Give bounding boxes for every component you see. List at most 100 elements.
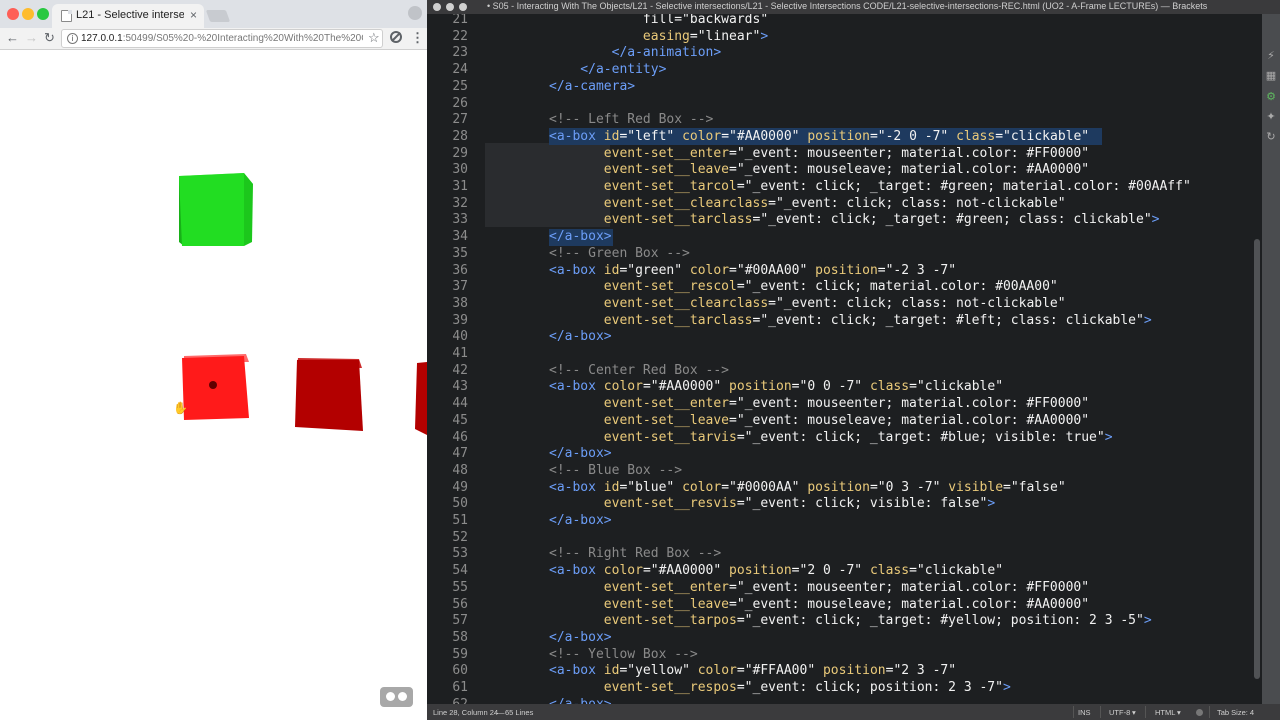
code-line[interactable]: 21 fill="backwards": [427, 14, 1252, 29]
code-line[interactable]: 47 </a-box>: [427, 446, 1252, 463]
new-tab-button[interactable]: [205, 10, 231, 22]
left-red-box[interactable]: [178, 352, 253, 424]
chevron-down-icon[interactable]: ▾: [1177, 708, 1181, 717]
close-tab-icon[interactable]: ×: [190, 8, 197, 22]
line-number[interactable]: 29: [427, 146, 468, 163]
line-number[interactable]: 45: [427, 413, 468, 430]
code-line[interactable]: 53 <!-- Right Red Box -->: [427, 546, 1252, 563]
code-line[interactable]: 24 </a-entity>: [427, 62, 1252, 79]
linter-status-icon[interactable]: [1196, 709, 1203, 716]
line-number[interactable]: 30: [427, 162, 468, 179]
code-line[interactable]: 31 event-set__tarcol="_event: click; _ta…: [427, 179, 1252, 196]
code-line[interactable]: 54 <a-box color="#AA0000" position="2 0 -…: [427, 563, 1252, 580]
code-line[interactable]: 25 </a-camera>: [427, 79, 1252, 96]
line-number[interactable]: 50: [427, 496, 468, 513]
info-icon[interactable]: i: [67, 33, 78, 44]
url-text[interactable]: 127.0.0.1:50499/S05%20-%20Interacting%20…: [81, 33, 363, 44]
right-red-box[interactable]: [413, 361, 427, 437]
language-select[interactable]: HTML: [1155, 708, 1175, 717]
live-preview-icon[interactable]: ⚡: [1265, 50, 1277, 62]
line-number[interactable]: 37: [427, 279, 468, 296]
line-number[interactable]: 60: [427, 663, 468, 680]
extension-manager-icon[interactable]: ▦: [1265, 70, 1277, 82]
refresh-icon[interactable]: ↻: [1265, 131, 1277, 143]
code-line[interactable]: 33 event-set__tarclass="_event: click; _…: [427, 212, 1252, 229]
line-number[interactable]: 38: [427, 296, 468, 313]
code-line[interactable]: 44 event-set__enter="_event: mouseenter;…: [427, 396, 1252, 413]
code-line[interactable]: 43 <a-box color="#AA0000" position="0 0 -…: [427, 379, 1252, 396]
code-line[interactable]: 39 event-set__tarclass="_event: click; _…: [427, 313, 1252, 330]
address-bar[interactable]: i 127.0.0.1:50499/S05%20-%20Interacting%…: [61, 29, 383, 48]
code-line[interactable]: 58 </a-box>: [427, 630, 1252, 647]
line-number[interactable]: 61: [427, 680, 468, 697]
chevron-down-icon[interactable]: ▾: [1132, 708, 1136, 717]
code-line[interactable]: 41: [427, 346, 1252, 363]
code-line[interactable]: 60 <a-box id="yellow" color="#FFAA00" pos…: [427, 663, 1252, 680]
line-number[interactable]: 53: [427, 546, 468, 563]
code-line[interactable]: 29 event-set__enter="_event: mouseenter;…: [427, 146, 1252, 163]
editor-scrollbar[interactable]: [1252, 14, 1262, 704]
scrollbar-thumb[interactable]: [1254, 239, 1260, 679]
editor-minimize-button[interactable]: [446, 3, 454, 11]
code-line[interactable]: 34 </a-box>: [427, 229, 1252, 246]
line-number[interactable]: 49: [427, 480, 468, 497]
code-line[interactable]: 48 <!-- Blue Box -->: [427, 463, 1252, 480]
line-number[interactable]: 40: [427, 329, 468, 346]
line-number[interactable]: 62: [427, 697, 468, 704]
code-line[interactable]: 62 </a-box>: [427, 697, 1252, 704]
line-number[interactable]: 31: [427, 179, 468, 196]
green-box[interactable]: [176, 168, 256, 250]
code-line[interactable]: 61 event-set__respos="_event: click; pos…: [427, 680, 1252, 697]
line-number[interactable]: 34: [427, 229, 468, 246]
line-number[interactable]: 51: [427, 513, 468, 530]
line-number[interactable]: 52: [427, 530, 468, 547]
code-editor[interactable]: 21 fill="backwards" 22 easing="linear"> 23…: [427, 14, 1252, 704]
code-line[interactable]: 23 </a-animation>: [427, 45, 1252, 62]
line-number[interactable]: 25: [427, 79, 468, 96]
code-line[interactable]: 46 event-set__tarvis="_event: click; _ta…: [427, 430, 1252, 447]
browser-tab[interactable]: L21 - Selective intersections ×: [52, 4, 204, 28]
line-number[interactable]: 54: [427, 563, 468, 580]
line-number[interactable]: 21: [427, 14, 468, 29]
reload-button[interactable]: ↻: [44, 30, 55, 46]
close-window-button[interactable]: [7, 8, 19, 20]
browser-menu-icon[interactable]: ⋮: [411, 30, 424, 46]
code-line[interactable]: 28 <a-box id="left" color="#AA0000" posit…: [427, 129, 1252, 146]
code-line[interactable]: 37 event-set__rescol="_event: click; mat…: [427, 279, 1252, 296]
code-line[interactable]: 32 event-set__clearclass="_event: click;…: [427, 196, 1252, 213]
code-line[interactable]: 38 event-set__clearclass="_event: click;…: [427, 296, 1252, 313]
line-number[interactable]: 43: [427, 379, 468, 396]
line-number[interactable]: 26: [427, 96, 468, 113]
code-line[interactable]: 50 event-set__resvis="_event: click; vis…: [427, 496, 1252, 513]
code-line[interactable]: 55 event-set__enter="_event: mouseenter;…: [427, 580, 1252, 597]
line-number[interactable]: 33: [427, 212, 468, 229]
tab-size-setting[interactable]: Tab Size: 4: [1217, 708, 1254, 717]
aframe-scene[interactable]: ✋: [0, 51, 427, 720]
line-number[interactable]: 57: [427, 613, 468, 630]
vr-mode-button[interactable]: [380, 687, 413, 707]
line-number[interactable]: 59: [427, 647, 468, 664]
line-number[interactable]: 28: [427, 129, 468, 146]
line-number[interactable]: 46: [427, 430, 468, 447]
editor-maximize-button[interactable]: [459, 3, 467, 11]
code-line[interactable]: 59 <!-- Yellow Box -->: [427, 647, 1252, 664]
wand-icon[interactable]: ✦: [1265, 111, 1277, 123]
maximize-window-button[interactable]: [37, 8, 49, 20]
code-line[interactable]: 49 <a-box id="blue" color="#0000AA" posit…: [427, 480, 1252, 497]
line-number[interactable]: 23: [427, 45, 468, 62]
forward-button[interactable]: →: [25, 30, 38, 45]
line-number[interactable]: 56: [427, 597, 468, 614]
line-number[interactable]: 32: [427, 196, 468, 213]
code-line[interactable]: 35 <!-- Green Box -->: [427, 246, 1252, 263]
line-number[interactable]: 55: [427, 580, 468, 597]
profile-icon[interactable]: [408, 6, 422, 20]
code-line[interactable]: 45 event-set__leave="_event: mouseleave;…: [427, 413, 1252, 430]
code-line[interactable]: 27 <!-- Left Red Box -->: [427, 112, 1252, 129]
code-line[interactable]: 40 </a-box>: [427, 329, 1252, 346]
minimize-window-button[interactable]: [22, 8, 34, 20]
line-number[interactable]: 48: [427, 463, 468, 480]
line-number[interactable]: 27: [427, 112, 468, 129]
line-number[interactable]: 22: [427, 29, 468, 46]
editor-close-button[interactable]: [433, 3, 441, 11]
line-number[interactable]: 42: [427, 363, 468, 380]
